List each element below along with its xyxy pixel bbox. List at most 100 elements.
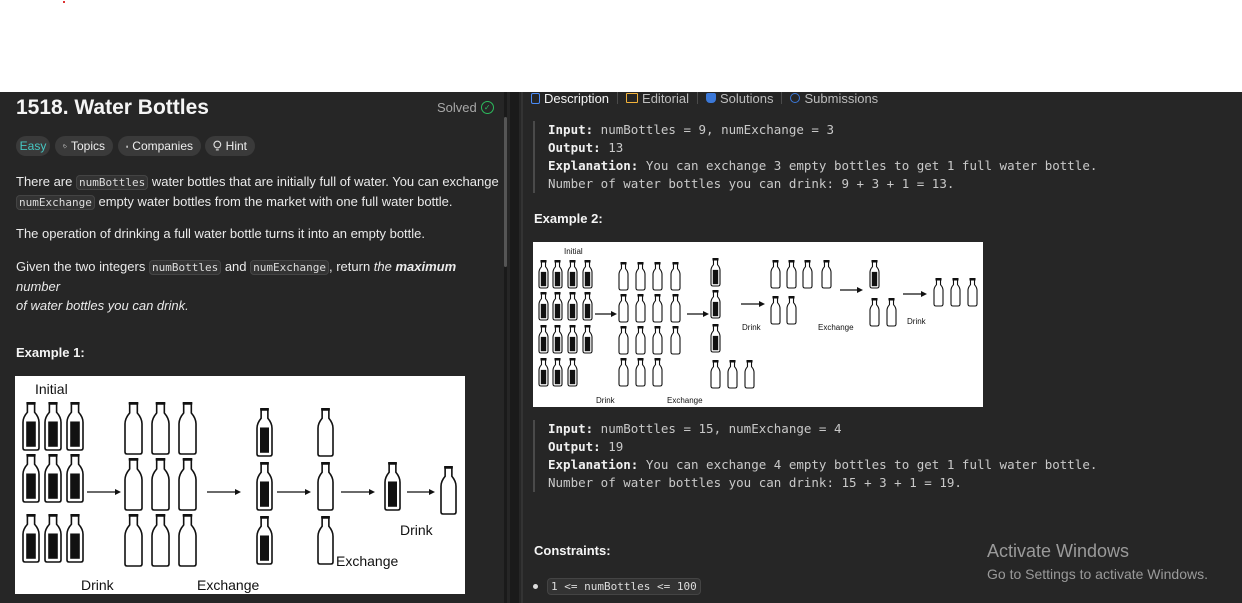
- ex2-label-drink-3: Drink: [907, 317, 927, 326]
- ex2-output-label: Output:: [548, 439, 601, 454]
- ex2-explanation-label: Explanation:: [548, 457, 639, 472]
- constraint-code: 1 <= numBottles <= 100: [547, 578, 701, 595]
- ex1-label-initial: Initial: [35, 381, 68, 397]
- companies-button[interactable]: Companies: [118, 136, 201, 156]
- full-bottle-icon: [44, 514, 62, 563]
- ex1-input-label: Input:: [548, 122, 594, 137]
- empty-bottle-icon: [618, 358, 629, 387]
- desc3-strong: maximum: [395, 259, 457, 274]
- full-bottle-icon: [256, 462, 273, 511]
- ex2-label-drink: Drink: [596, 396, 616, 405]
- left-scrollbar-thumb[interactable]: [504, 117, 507, 267]
- empty-bottle-icon: [886, 298, 897, 327]
- empty-bottle-icon: [618, 262, 629, 291]
- empty-bottle-icon: [178, 514, 197, 567]
- tab-description[interactable]: Description: [531, 91, 609, 106]
- hint-button[interactable]: Hint: [205, 136, 255, 156]
- empty-bottle-icon: [635, 294, 646, 323]
- empty-bottle-icon: [635, 262, 646, 291]
- arrow-right-icon: [741, 301, 765, 307]
- empty-bottle-icon: [440, 466, 457, 515]
- full-bottle-icon: [567, 292, 578, 321]
- ex2-explanation-text-2: Number of water bottles you can drink: 1…: [548, 475, 962, 490]
- problem-title[interactable]: 1518. Water Bottles: [16, 96, 209, 120]
- full-bottle-icon: [22, 454, 40, 503]
- code-numbottles-2: numBottles: [148, 260, 222, 275]
- full-bottle-icon: [710, 258, 721, 287]
- activate-windows-title: Activate Windows: [987, 541, 1130, 561]
- solved-status: Solved ✓: [437, 100, 494, 115]
- empty-bottle-icon: [151, 458, 170, 511]
- empty-bottle-icon: [670, 326, 681, 355]
- ex2-input-value: numBottles = 15, numExchange = 4: [593, 421, 842, 436]
- empty-bottle-icon: [317, 462, 334, 511]
- empty-bottle-icon: [618, 294, 629, 323]
- empty-bottle-icon: [786, 260, 797, 289]
- full-bottle-icon: [582, 292, 593, 321]
- empty-bottle-icon: [652, 262, 663, 291]
- history-icon: [790, 93, 801, 103]
- full-bottle-icon: [538, 260, 549, 289]
- ex2-input-label: Input:: [548, 421, 594, 436]
- example-2-diagram: Initial Drink Exchange Drink Exchange Dr…: [538, 247, 978, 405]
- arrow-right-icon: [595, 311, 617, 317]
- ex1-output-label: Output:: [548, 140, 601, 155]
- full-bottle-icon: [256, 408, 273, 457]
- ex1-label-drink-2: Drink: [400, 522, 434, 538]
- example-1-illustration: Initial Drink Exchange Drink Exchange: [15, 376, 465, 594]
- full-bottle-icon: [710, 290, 721, 319]
- constraint-item: 1 <= numBottles <= 100: [533, 578, 701, 595]
- full-bottle-icon: [552, 260, 563, 289]
- check-circle-icon: ✓: [480, 101, 494, 114]
- description-paragraph-3: Given the two integers numBottles and nu…: [16, 257, 501, 315]
- tab-solutions-label: Solutions: [720, 90, 774, 106]
- full-bottle-icon: [567, 260, 578, 289]
- tab-description-label: Description: [544, 90, 610, 106]
- full-bottle-icon: [567, 358, 578, 387]
- desc3-text-a: Given the two integers: [16, 259, 149, 274]
- panel-resize-divider[interactable]: [510, 92, 519, 603]
- full-bottle-icon: [567, 325, 578, 354]
- full-bottle-icon: [22, 402, 40, 451]
- empty-bottle-icon: [770, 296, 781, 325]
- desc3-text-b: and: [221, 259, 251, 274]
- desc3-em-b: number: [16, 279, 61, 294]
- description-paragraph-2: The operation of drinking a full water b…: [16, 226, 426, 241]
- ex2-label-exchange-2: Exchange: [818, 323, 854, 332]
- empty-bottle-icon: [317, 516, 334, 565]
- empty-bottle-icon: [821, 260, 832, 289]
- empty-bottle-icon: [950, 278, 961, 307]
- full-bottle-icon: [256, 516, 273, 565]
- constraints-heading: Constraints:: [534, 543, 611, 558]
- ex1-explanation-label: Explanation:: [548, 158, 639, 173]
- empty-bottle-icon: [933, 278, 944, 307]
- topics-button[interactable]: Topics: [55, 136, 113, 156]
- lightbulb-icon: [213, 140, 222, 151]
- tab-submissions[interactable]: Submissions: [790, 91, 878, 106]
- example-2-illustration: Initial Drink Exchange Drink Exchange Dr…: [533, 242, 983, 407]
- full-bottle-icon: [66, 514, 84, 563]
- empty-bottle-icon: [124, 458, 143, 511]
- empty-bottle-icon: [178, 458, 197, 511]
- empty-bottle-icon: [652, 326, 663, 355]
- arrow-right-icon: [687, 311, 709, 317]
- full-bottle-icon: [22, 514, 40, 563]
- empty-bottle-icon: [635, 326, 646, 355]
- tab-editorial[interactable]: Editorial: [626, 91, 689, 106]
- description-paragraph-1: There are numBottles water bottles that …: [16, 172, 501, 212]
- hint-label: Hint: [225, 139, 247, 153]
- empty-bottle-icon: [151, 514, 170, 567]
- empty-bottle-icon: [670, 262, 681, 291]
- full-bottle-icon: [869, 260, 880, 289]
- right-scrollbar[interactable]: [521, 92, 523, 603]
- tab-solutions[interactable]: Solutions: [706, 91, 773, 106]
- empty-bottle-icon: [670, 294, 681, 323]
- ex2-label-drink-2: Drink: [742, 323, 762, 332]
- arrow-right-icon: [277, 489, 311, 495]
- desc3-em-a: the: [373, 259, 396, 274]
- tag-icon: [63, 144, 67, 148]
- ex1-explanation-text: You can exchange 3 empty bottles to get …: [638, 158, 1098, 173]
- ex1-explanation-text-2: Number of water bottles you can drink: 9…: [548, 176, 955, 191]
- arrow-right-icon: [840, 287, 863, 293]
- empty-bottle-icon: [869, 298, 880, 327]
